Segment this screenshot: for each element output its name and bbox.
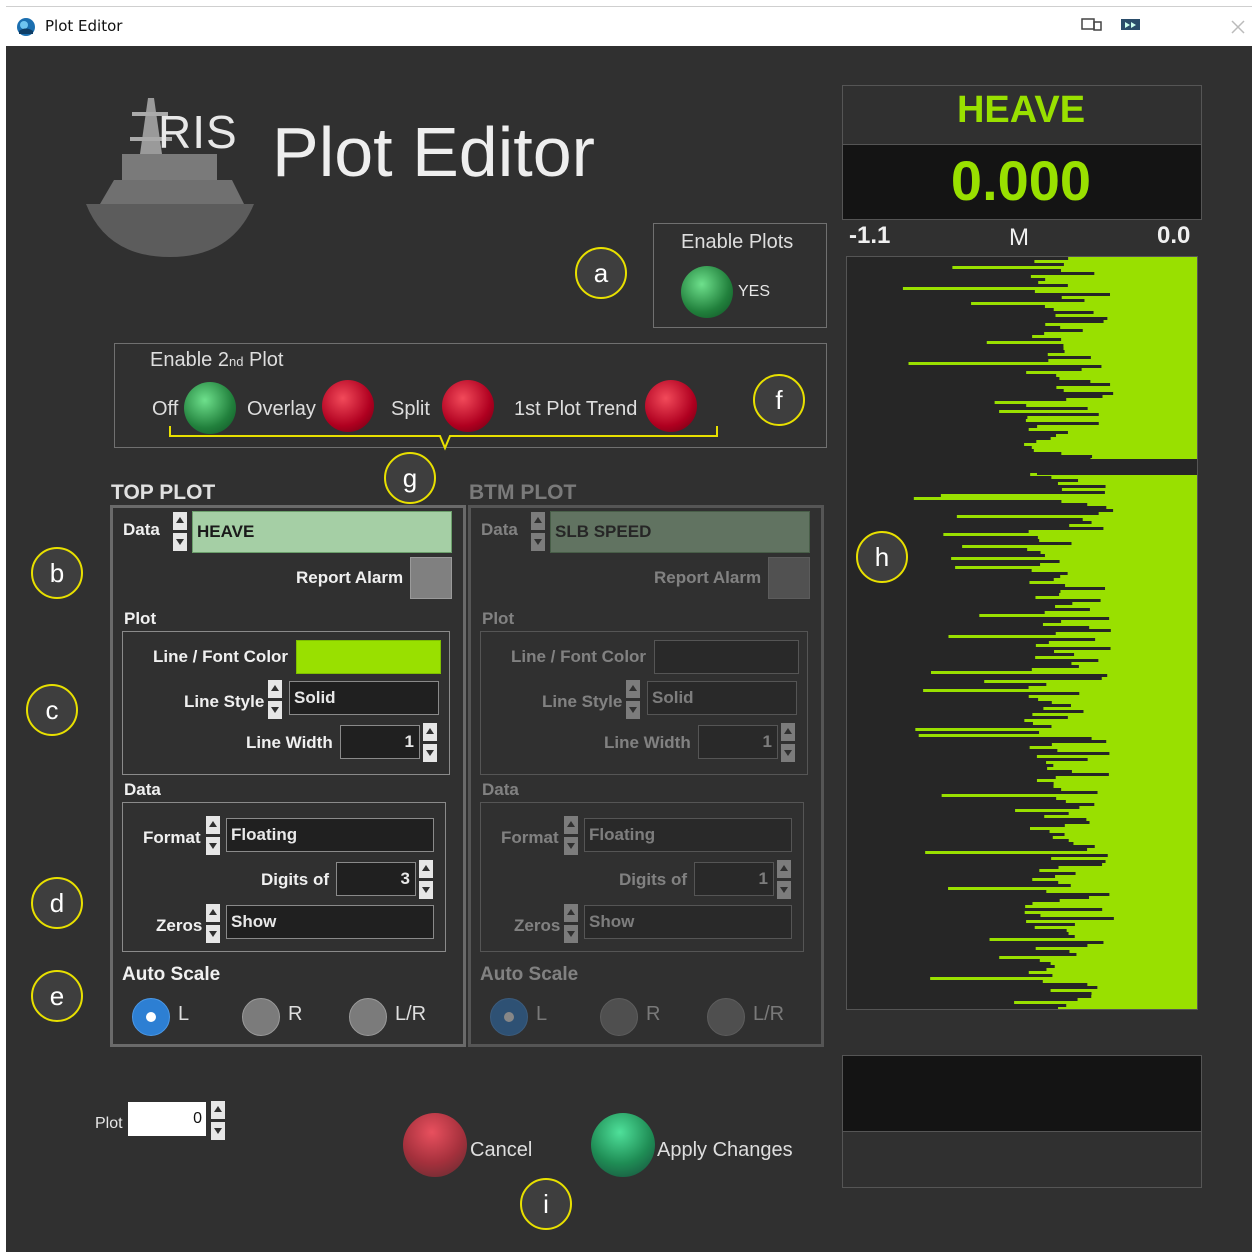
apply-changes-button[interactable] [591, 1113, 655, 1177]
top-data-field[interactable]: HEAVE [192, 511, 452, 553]
top-scale-r-label: R [288, 1003, 303, 1025]
trend-plot-svg [902, 257, 1197, 1009]
restore-icon[interactable] [1081, 17, 1103, 33]
callout-d: d [31, 877, 83, 929]
top-line-color-label: Line / Font Color [153, 647, 289, 666]
plot-selector-spinner[interactable] [211, 1101, 225, 1141]
top-report-alarm-label: Report Alarm [296, 568, 404, 587]
top-data-label: Data [123, 520, 160, 539]
top-line-width-label: Line Width [246, 733, 333, 752]
gauge-title: HEAVE [956, 89, 1086, 131]
top-format-field[interactable]: Floating [226, 818, 434, 852]
page-title: Plot Editor [272, 113, 595, 191]
top-plot-section-label: Plot [124, 609, 157, 628]
top-digits-field[interactable]: 3 [336, 862, 416, 896]
top-line-width-field[interactable]: 1 [340, 725, 420, 759]
top-auto-scale-label: Auto Scale [122, 964, 221, 985]
logo-text: RIS [158, 106, 238, 158]
top-digits-label: Digits of [261, 870, 329, 889]
callout-b: b [31, 547, 83, 599]
app-icon [17, 18, 35, 36]
top-report-alarm-box[interactable] [410, 557, 452, 599]
top-zeros-label: Zeros [156, 916, 203, 935]
top-scale-r-radio[interactable] [242, 998, 280, 1036]
callout-e: e [31, 970, 83, 1022]
cancel-button[interactable] [403, 1113, 467, 1177]
top-line-style-field[interactable]: Solid [289, 681, 439, 715]
option-off-label: Off [152, 398, 179, 420]
enable-plots-label: Enable Plots [681, 231, 794, 253]
callout-c: c [26, 684, 78, 736]
option-split-label: Split [391, 398, 430, 420]
cancel-label: Cancel [470, 1139, 533, 1161]
callout-a: a [575, 247, 627, 299]
close-icon[interactable] [1230, 19, 1246, 35]
plot-selector-field[interactable]: 0 [128, 1102, 206, 1136]
apply-changes-label: Apply Changes [657, 1139, 793, 1161]
top-zeros-spinner[interactable] [206, 904, 220, 944]
top-line-style-label: Line Style [184, 692, 265, 711]
top-scale-l-radio[interactable] [132, 998, 170, 1036]
top-scale-lr-label: L/R [395, 1003, 427, 1025]
callout-g: g [384, 452, 436, 504]
top-line-color-swatch[interactable] [296, 640, 441, 674]
callout-f: f [753, 374, 805, 426]
option-trend-label: 1st Plot Trend [514, 398, 638, 420]
top-plot-title: TOP PLOT [111, 481, 216, 504]
top-line-style-spinner[interactable] [268, 680, 282, 720]
top-data-section-label: Data [124, 780, 161, 799]
gauge-value: 0.000 [950, 149, 1092, 212]
callout-i: i [520, 1178, 572, 1230]
plot-selector-label: Plot [95, 1115, 123, 1132]
bracket-annotation [169, 426, 718, 451]
top-digits-spinner[interactable] [419, 860, 433, 900]
trend-plot [846, 256, 1198, 1010]
top-line-width-spinner[interactable] [423, 723, 437, 763]
top-scale-lr-radio[interactable] [349, 998, 387, 1036]
enable-plots-led[interactable] [681, 266, 733, 318]
status-box-dark [842, 1055, 1202, 1133]
top-data-spinner[interactable] [173, 512, 187, 552]
top-format-label: Format [143, 828, 201, 847]
window-title: Plot Editor [45, 17, 123, 35]
gauge-unit: M [1009, 224, 1029, 251]
top-format-spinner[interactable] [206, 816, 220, 856]
top-zeros-field[interactable]: Show [226, 905, 434, 939]
second-plot-label: Enable 2nd Plot [150, 349, 284, 371]
callout-h: h [856, 531, 908, 583]
top-scale-l-label: L [178, 1003, 190, 1025]
status-box [842, 1131, 1202, 1188]
window-titlebar: Plot Editor [6, 6, 1252, 47]
option-overlay-label: Overlay [247, 398, 316, 420]
gauge-max: 0.0 [1157, 222, 1191, 249]
enable-plots-state: YES [738, 283, 771, 300]
gauge-min: -1.1 [849, 222, 891, 249]
media-icon[interactable] [1120, 17, 1142, 33]
